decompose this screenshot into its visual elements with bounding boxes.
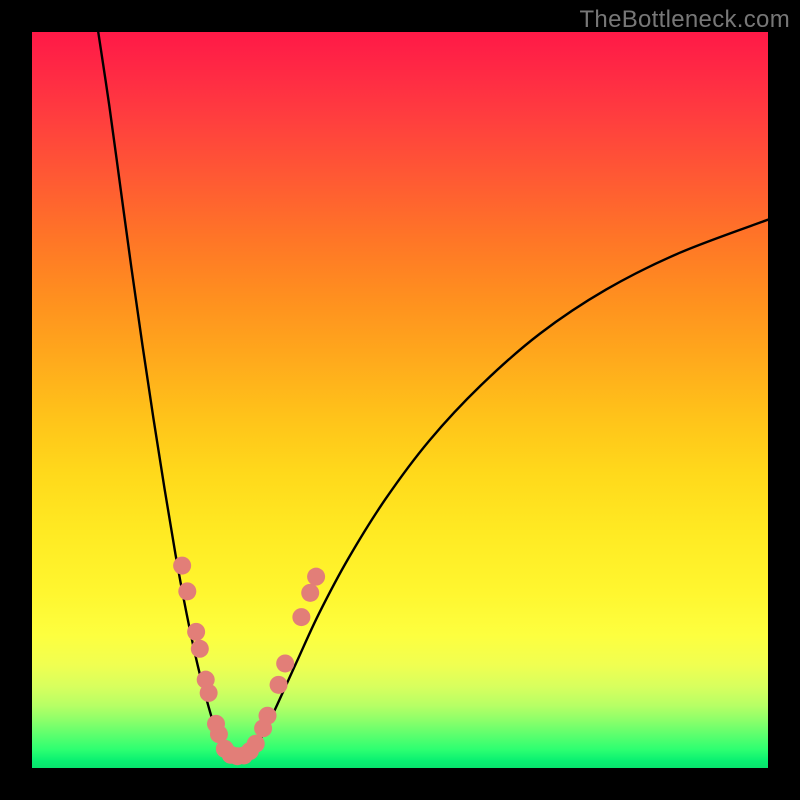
curve-marker xyxy=(301,584,319,602)
curve-marker xyxy=(191,640,209,658)
curve-marker xyxy=(292,608,310,626)
curve-marker xyxy=(307,568,325,586)
bottleneck-curve xyxy=(32,32,768,768)
curve-marker xyxy=(187,623,205,641)
curve-marker xyxy=(276,654,294,672)
curve-marker xyxy=(259,707,277,725)
watermark-text: TheBottleneck.com xyxy=(579,6,790,34)
plot-area xyxy=(32,32,768,768)
chart-frame: TheBottleneck.com xyxy=(0,0,800,800)
curve-marker xyxy=(178,582,196,600)
curve-marker xyxy=(270,676,288,694)
curve-marker xyxy=(173,557,191,575)
curve-marker xyxy=(200,684,218,702)
curve-marker xyxy=(247,735,265,753)
